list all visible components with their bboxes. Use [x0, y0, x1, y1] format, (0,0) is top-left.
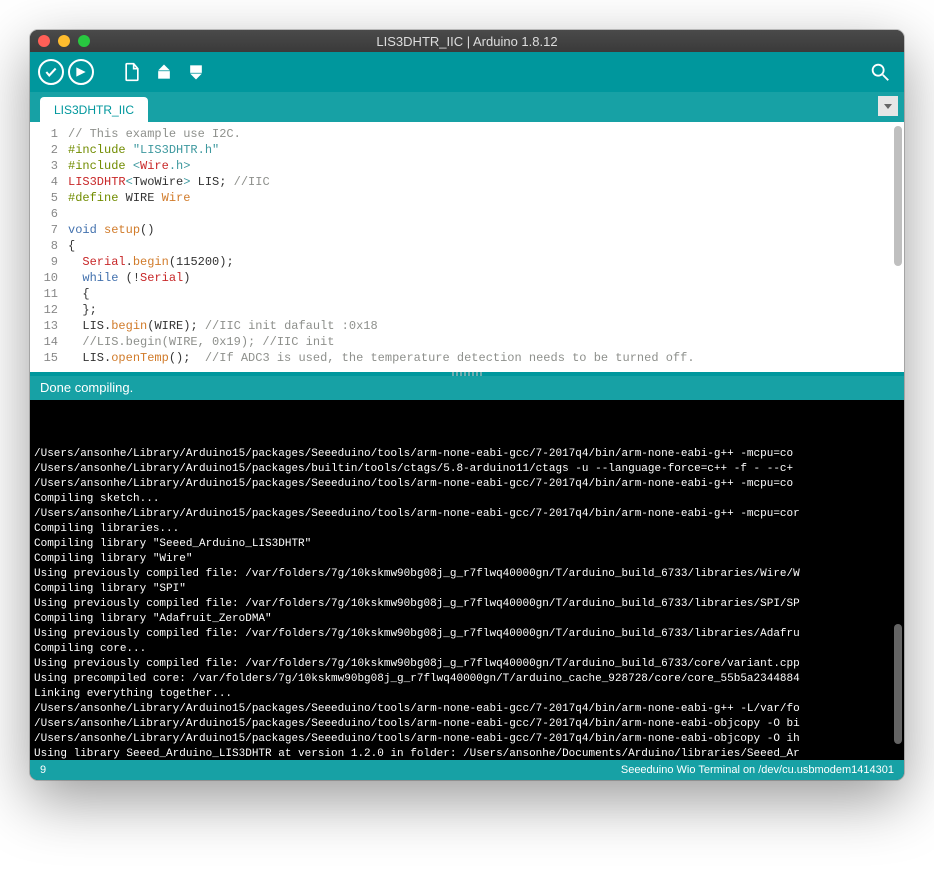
console-line: /Users/ansonhe/Library/Arduino15/package…: [34, 462, 900, 477]
code-line[interactable]: {: [68, 286, 904, 302]
code-line[interactable]: // This example use I2C.: [68, 126, 904, 142]
minimize-window-button[interactable]: [58, 35, 70, 47]
editor-console-splitter[interactable]: [30, 372, 904, 376]
cursor-line-number: 9: [40, 764, 46, 776]
console-line: Compiling library "Adafruit_ZeroDMA": [34, 612, 900, 627]
console-line: Using previously compiled file: /var/fol…: [34, 597, 900, 612]
window-title: LIS3DHTR_IIC | Arduino 1.8.12: [30, 34, 904, 49]
zoom-window-button[interactable]: [78, 35, 90, 47]
line-number: 5: [30, 190, 58, 206]
code-line[interactable]: #include <Wire.h>: [68, 158, 904, 174]
arduino-ide-window: LIS3DHTR_IIC | Arduino 1.8.12 LIS3DHTR_I…: [30, 30, 904, 780]
line-number: 11: [30, 286, 58, 302]
code-area[interactable]: // This example use I2C.#include "LIS3DH…: [64, 122, 904, 366]
line-number: 12: [30, 302, 58, 318]
line-number: 10: [30, 270, 58, 286]
code-line[interactable]: {: [68, 238, 904, 254]
open-sketch-button[interactable]: [150, 58, 178, 86]
line-number-gutter: 123456789101112131415: [30, 122, 64, 366]
code-line[interactable]: #include "LIS3DHTR.h": [68, 142, 904, 158]
line-number: 13: [30, 318, 58, 334]
console-line: Compiling sketch...: [34, 492, 900, 507]
line-number: 6: [30, 206, 58, 222]
console-line: /Users/ansonhe/Library/Arduino15/package…: [34, 447, 900, 462]
tab-menu-button[interactable]: [878, 96, 898, 116]
console-line: /Users/ansonhe/Library/Arduino15/package…: [34, 732, 900, 747]
console-line: Using precompiled core: /var/folders/7g/…: [34, 672, 900, 687]
console-line: Compiling library "SPI": [34, 582, 900, 597]
code-line[interactable]: [68, 206, 904, 222]
line-number: 4: [30, 174, 58, 190]
console-scroll-thumb[interactable]: [894, 624, 902, 744]
console-line: Compiling library "Seeed_Arduino_LIS3DHT…: [34, 537, 900, 552]
code-line[interactable]: while (!Serial): [68, 270, 904, 286]
code-line[interactable]: //LIS.begin(WIRE, 0x19); //IIC init: [68, 334, 904, 350]
bottom-status-bar: 9 Seeeduino Wio Terminal on /dev/cu.usbm…: [30, 760, 904, 780]
console-line: Using library Seeed_Arduino_LIS3DHTR at …: [34, 747, 900, 760]
close-window-button[interactable]: [38, 35, 50, 47]
console-output[interactable]: /Users/ansonhe/Library/Arduino15/package…: [30, 400, 904, 760]
console-line: Using previously compiled file: /var/fol…: [34, 567, 900, 582]
serial-monitor-button[interactable]: [866, 58, 894, 86]
upload-button[interactable]: [68, 59, 94, 85]
console-line: /Users/ansonhe/Library/Arduino15/package…: [34, 507, 900, 522]
console-line: Compiling core...: [34, 642, 900, 657]
console-line: /Users/ansonhe/Library/Arduino15/package…: [34, 702, 900, 717]
console-scrollbar[interactable]: [894, 404, 902, 754]
console-line: Using previously compiled file: /var/fol…: [34, 627, 900, 642]
editor-scrollbar[interactable]: [894, 126, 902, 356]
titlebar[interactable]: LIS3DHTR_IIC | Arduino 1.8.12: [30, 30, 904, 52]
code-line[interactable]: #define WIRE Wire: [68, 190, 904, 206]
line-number: 1: [30, 126, 58, 142]
code-line[interactable]: };: [68, 302, 904, 318]
code-line[interactable]: LIS.openTemp(); //If ADC3 is used, the t…: [68, 350, 904, 366]
code-line[interactable]: Serial.begin(115200);: [68, 254, 904, 270]
console-line: Linking everything together...: [34, 687, 900, 702]
line-number: 15: [30, 350, 58, 366]
board-port-info: Seeeduino Wio Terminal on /dev/cu.usbmod…: [621, 764, 894, 776]
window-controls: [38, 35, 90, 47]
tab-bar: LIS3DHTR_IIC: [30, 92, 904, 122]
code-editor[interactable]: 123456789101112131415 // This example us…: [30, 122, 904, 372]
line-number: 8: [30, 238, 58, 254]
code-line[interactable]: LIS3DHTR<TwoWire> LIS; //IIC: [68, 174, 904, 190]
console-line: /Users/ansonhe/Library/Arduino15/package…: [34, 717, 900, 732]
line-number: 7: [30, 222, 58, 238]
console-line: Compiling library "Wire": [34, 552, 900, 567]
new-sketch-button[interactable]: [118, 58, 146, 86]
line-number: 14: [30, 334, 58, 350]
verify-button[interactable]: [38, 59, 64, 85]
code-line[interactable]: LIS.begin(WIRE); //IIC init dafault :0x1…: [68, 318, 904, 334]
editor-scroll-thumb[interactable]: [894, 126, 902, 266]
line-number: 3: [30, 158, 58, 174]
line-number: 2: [30, 142, 58, 158]
console-line: /Users/ansonhe/Library/Arduino15/package…: [34, 477, 900, 492]
sketch-tab[interactable]: LIS3DHTR_IIC: [40, 97, 148, 122]
line-number: 9: [30, 254, 58, 270]
status-message: Done compiling.: [30, 376, 904, 400]
save-sketch-button[interactable]: [182, 58, 210, 86]
code-line[interactable]: void setup(): [68, 222, 904, 238]
toolbar: [30, 52, 904, 92]
console-line: Compiling libraries...: [34, 522, 900, 537]
console-line: Using previously compiled file: /var/fol…: [34, 657, 900, 672]
